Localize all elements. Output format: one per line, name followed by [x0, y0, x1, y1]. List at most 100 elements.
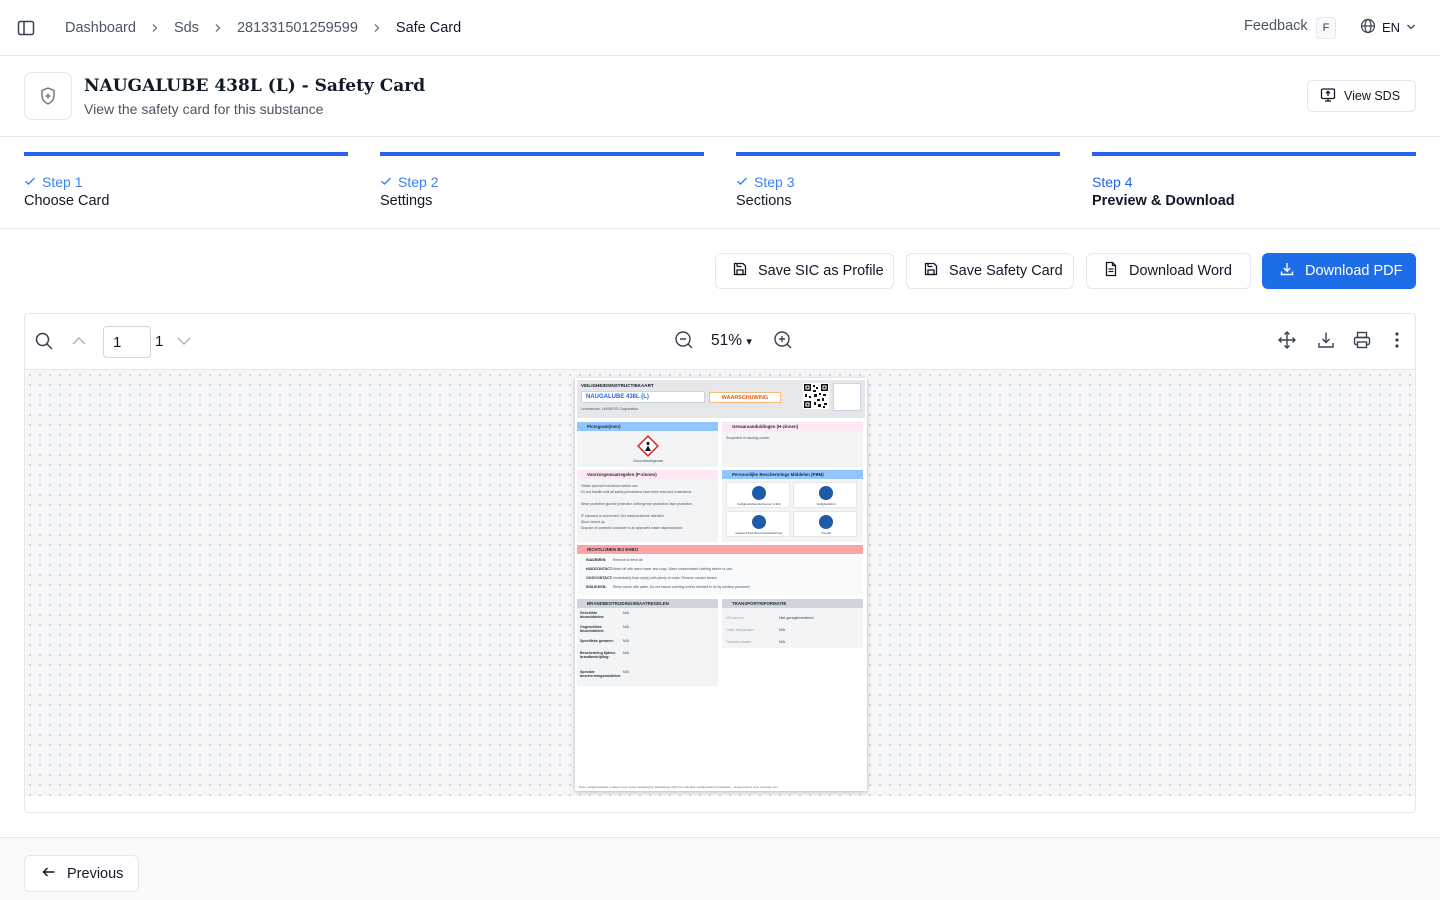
chevron-right-icon	[150, 23, 160, 33]
feedback-shortcut-badge: F	[1316, 17, 1336, 39]
top-bar: Dashboard Sds 281331501259599 Safe Card …	[0, 0, 1440, 56]
step-4[interactable]: Step 4 Preview & Download	[1092, 152, 1416, 209]
more-vertical-icon[interactable]	[1387, 329, 1407, 351]
section-transport-header: TRANSPORTINFORMATIE	[722, 599, 863, 608]
language-selector[interactable]: EN	[1360, 18, 1416, 37]
goggles-icon	[819, 486, 833, 500]
file-text-icon	[1103, 261, 1119, 281]
save-icon	[732, 261, 748, 281]
save-icon	[923, 261, 939, 281]
step-name: Settings	[380, 193, 433, 209]
previous-label: Previous	[67, 865, 124, 882]
save-safety-card-button[interactable]: Save Safety Card	[906, 253, 1074, 289]
page-title: NAUGALUBE 438L (L) - Safety Card	[84, 76, 426, 96]
company-logo-placeholder	[833, 383, 861, 411]
hazard-panel: Suspected of causing cancer.	[722, 431, 863, 467]
breadcrumb-current: Safe Card	[395, 20, 462, 36]
chevron-up-icon[interactable]	[69, 331, 89, 351]
view-sds-button[interactable]: View SDS	[1307, 80, 1416, 112]
page-subtitle: View the safety card for this substance	[84, 101, 324, 117]
arrow-left-icon	[41, 864, 57, 884]
caret-down-icon: ▾	[746, 336, 752, 348]
globe-icon	[1360, 18, 1376, 37]
chevron-down-icon	[1406, 20, 1416, 35]
stepper: Step 1 Choose Card Step 2 Settings Step …	[0, 137, 1440, 229]
sidebar-toggle-icon[interactable]	[16, 18, 36, 38]
page-header: NAUGALUBE 438L (L) - Safety Card View th…	[0, 56, 1440, 137]
download-word-label: Download Word	[1129, 263, 1232, 279]
pdf-viewer: 1 51% ▾ VEILIGHEIDSINSTRUCTIEKAART NAUGA…	[24, 313, 1416, 813]
zoom-out-icon[interactable]	[673, 329, 695, 351]
face-shield-icon	[752, 515, 766, 529]
step-3[interactable]: Step 3 Sections	[736, 152, 1060, 209]
zoom-level: 51%	[711, 332, 743, 349]
page-total: 1	[155, 333, 164, 350]
card-header-title: VEILIGHEIDSINSTRUCTIEKAART	[581, 383, 654, 388]
page-number-input[interactable]	[103, 326, 151, 358]
print-icon[interactable]	[1351, 329, 1373, 351]
chevron-down-icon[interactable]	[174, 331, 194, 351]
save-sic-profile-button[interactable]: Save SIC as Profile	[715, 253, 894, 289]
step-progress-bar	[1092, 152, 1416, 156]
section-ppe-header: Persoonlijke Beschermings Middelen (PBM)	[722, 470, 863, 479]
gloves-icon	[752, 486, 766, 500]
step-name: Preview & Download	[1092, 193, 1235, 209]
move-icon[interactable]	[1276, 329, 1298, 351]
precaution-line: Store locked up.	[581, 520, 606, 524]
first-aid-panel: INADEMEN: Remove to fresh air. HUIDCONTA…	[577, 555, 863, 595]
precaution-line: Dispose of contents/ container to an app…	[581, 526, 683, 530]
check-icon	[24, 174, 36, 190]
step-name: Choose Card	[24, 193, 110, 209]
pdf-canvas[interactable]: VEILIGHEIDSINSTRUCTIEKAART NAUGALUBE 438…	[25, 370, 1415, 796]
safety-card-page: VEILIGHEIDSINSTRUCTIEKAART NAUGALUBE 438…	[575, 378, 867, 791]
step-progress-bar	[736, 152, 1060, 156]
precautions-panel: Obtain special instructions before use. …	[577, 479, 718, 542]
step-number: Step 1	[42, 174, 83, 190]
search-icon[interactable]	[33, 330, 55, 352]
ppe-item: Veiligheidshandschoenen (nitril)	[726, 482, 790, 508]
precaution-line: Do not handle until all safety precautio…	[581, 490, 693, 494]
view-sds-label: View SDS	[1344, 89, 1401, 103]
precaution-line: Obtain special instructions before use.	[581, 484, 639, 488]
download-icon	[1279, 261, 1295, 281]
hazard-statement: Suspected of causing cancer.	[726, 436, 771, 440]
step-name: Sections	[736, 193, 792, 209]
pictogram-caption: Gezondheidsgevaar	[633, 459, 664, 463]
breadcrumb-sds-id[interactable]: 281331501259599	[237, 20, 358, 36]
card-header: VEILIGHEIDSINSTRUCTIEKAART NAUGALUBE 438…	[577, 380, 865, 418]
section-pictograms-header: Pictogram(men)	[577, 422, 718, 431]
qr-code-icon	[803, 383, 829, 409]
product-name: NAUGALUBE 438L (L)	[581, 391, 705, 403]
breadcrumb-sds[interactable]: Sds	[174, 20, 199, 36]
precaution-line: Wear protective gloves/ protective cloth…	[581, 502, 693, 506]
check-icon	[380, 174, 392, 190]
zoom-in-icon[interactable]	[772, 329, 794, 351]
previous-button[interactable]: Previous	[24, 855, 139, 892]
save-sic-profile-label: Save SIC as Profile	[758, 263, 884, 279]
section-hazards-header: Gevaaraanduidingen (H-zinnen)	[722, 422, 863, 431]
feedback-link[interactable]: Feedback	[1244, 18, 1308, 34]
step-1[interactable]: Step 1 Choose Card	[24, 152, 348, 209]
health-hazard-icon	[637, 435, 659, 458]
precaution-line: IF exposed or concerned: Get medical adv…	[581, 514, 666, 518]
page-footer: Previous	[0, 837, 1440, 900]
download-pdf-label: Download PDF	[1305, 263, 1403, 279]
download-word-button[interactable]: Download Word	[1086, 253, 1251, 289]
zoom-level-selector[interactable]: 51% ▾	[711, 332, 752, 350]
step-2[interactable]: Step 2 Settings	[380, 152, 704, 209]
section-first-aid-header: RICHTLIJNEN BIJ EHBO	[577, 545, 863, 554]
chevron-right-icon	[213, 23, 223, 33]
step-progress-bar	[380, 152, 704, 156]
viewer-toolbar: 1 51% ▾	[25, 314, 1415, 370]
ppe-item: Veiligheidsbril	[793, 482, 857, 508]
language-label: EN	[1382, 20, 1401, 35]
ppe-item: Overall	[793, 511, 857, 537]
breadcrumb-dashboard[interactable]: Dashboard	[65, 20, 136, 36]
breadcrumb: Dashboard Sds 281331501259599 Safe Card	[65, 0, 461, 56]
section-firefighting-header: BRANDBESTRIJDINGSMAATREGELEN	[577, 599, 718, 608]
step-progress-bar	[24, 152, 348, 156]
download-pdf-button[interactable]: Download PDF	[1262, 253, 1416, 289]
save-safety-card-label: Save Safety Card	[949, 263, 1063, 279]
download-icon[interactable]	[1315, 329, 1337, 351]
step-number: Step 3	[754, 174, 795, 190]
